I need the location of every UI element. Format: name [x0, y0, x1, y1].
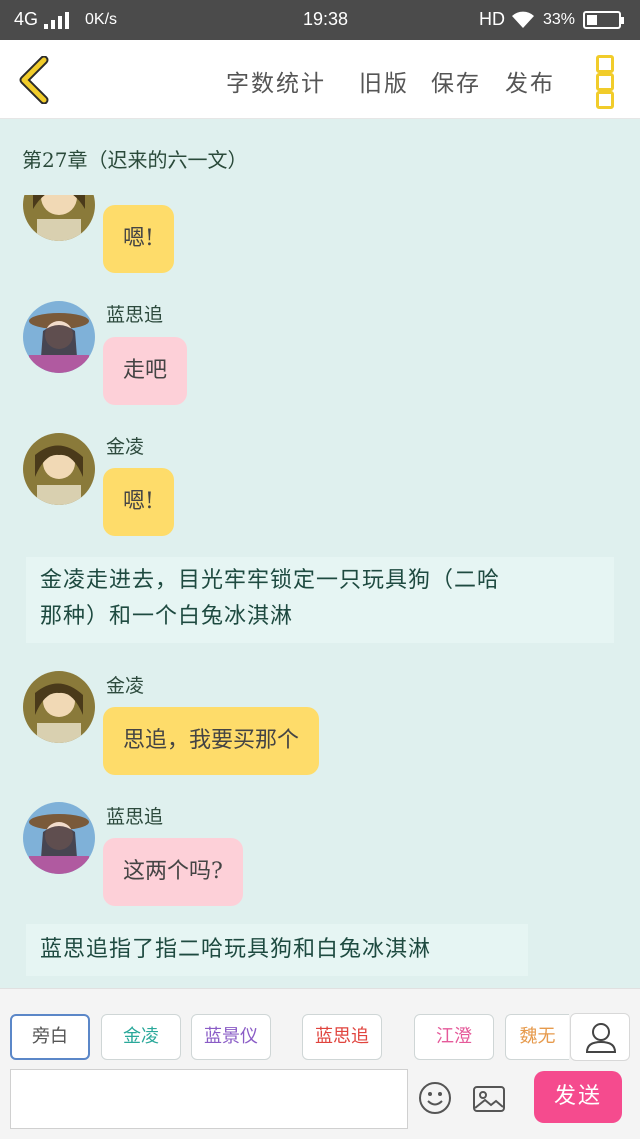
image-icon[interactable] — [472, 1084, 506, 1114]
role-label: 旁白 — [32, 1026, 68, 1047]
role-label: 蓝思追 — [315, 1026, 369, 1047]
narration-block: 蓝思追指了指二哈玩具狗和白兔冰淇淋 — [26, 924, 528, 976]
role-tab-lansizhui[interactable]: 蓝思追 — [302, 1014, 382, 1060]
battery-icon — [583, 11, 624, 29]
role-label: 金凌 — [123, 1026, 159, 1047]
speaker-name: 蓝思追 — [106, 304, 164, 326]
narration-block: 金凌走进去，目光牢牢锁定一只玩具狗（二哈 那种）和一个白兔冰淇淋 — [26, 557, 614, 643]
speaker-name: 金凌 — [106, 675, 145, 697]
send-button[interactable]: 发送 — [534, 1071, 622, 1123]
avatar-lansizhui[interactable] — [23, 301, 95, 373]
role-label: 魏无 — [519, 1026, 556, 1047]
person-icon — [585, 1023, 617, 1053]
emoji-icon[interactable] — [418, 1081, 452, 1115]
narration-line: 金凌走进去，目光牢牢锁定一只玩具狗（二哈 — [40, 568, 501, 593]
message-input[interactable] — [10, 1069, 408, 1129]
avatar-lansizhui[interactable] — [23, 802, 95, 874]
narration-line: 那种）和一个白兔冰淇淋 — [40, 604, 294, 629]
chat-bubble: 走吧 — [103, 337, 188, 405]
chat-bubble: 嗯! — [103, 205, 174, 273]
network-type: 4G — [14, 9, 39, 29]
avatar-jinling[interactable] — [23, 195, 95, 241]
more-menu-icon[interactable] — [596, 55, 614, 109]
role-tab-jiangcheng[interactable]: 江澄 — [414, 1014, 494, 1060]
network-speed: 0K/s — [85, 11, 118, 28]
old-version-button[interactable]: 旧版 — [359, 64, 409, 98]
character-manager-button[interactable] — [570, 1013, 630, 1061]
signal-icon — [44, 11, 76, 29]
speaker-name: 金凌 — [106, 436, 145, 458]
chat-bubble: 嗯! — [103, 468, 174, 536]
hd-indicator: HD — [479, 9, 505, 29]
back-arrow-icon[interactable] — [14, 56, 54, 104]
role-tab-weiwuxian[interactable]: 魏无 — [505, 1014, 569, 1060]
role-tab-jinling[interactable]: 金凌 — [101, 1014, 181, 1060]
chat-bubble: 这两个吗? — [103, 838, 243, 906]
narration-line: 蓝思追指了指二哈玩具狗和白兔冰淇淋 — [40, 937, 432, 962]
speaker-name: 蓝思追 — [106, 806, 164, 828]
input-panel: 旁白 金凌 蓝景仪 蓝思追 江澄 魏无 发送 — [0, 988, 640, 1139]
wifi-icon — [512, 11, 534, 28]
clock: 19:38 — [303, 9, 349, 29]
role-tab-narrator[interactable]: 旁白 — [10, 1014, 90, 1060]
role-label: 蓝景仪 — [204, 1026, 258, 1047]
editor-toolbar: 字数统计 旧版 保存 发布 — [0, 40, 640, 119]
status-bar: 4G 0K/s 19:38 HD 33% — [0, 0, 640, 40]
avatar-jinling[interactable] — [23, 433, 95, 505]
role-tab-lanjingyi[interactable]: 蓝景仪 — [191, 1014, 271, 1060]
role-label: 江澄 — [436, 1026, 472, 1047]
publish-button[interactable]: 发布 — [505, 64, 555, 98]
battery-percent: 33% — [543, 11, 576, 28]
chapter-title: 第27章（迟来的六一文） — [22, 148, 248, 172]
chat-bubble: 思追，我要买那个 — [103, 707, 320, 775]
word-count-button[interactable]: 字数统计 — [226, 64, 326, 98]
chat-area[interactable]: 嗯! 蓝思追 走吧 金凌 嗯! 金凌走进去，目光牢牢锁定一只玩具狗（二哈 那种）… — [0, 195, 640, 988]
avatar-jinling[interactable] — [23, 671, 95, 743]
save-button[interactable]: 保存 — [431, 64, 481, 98]
